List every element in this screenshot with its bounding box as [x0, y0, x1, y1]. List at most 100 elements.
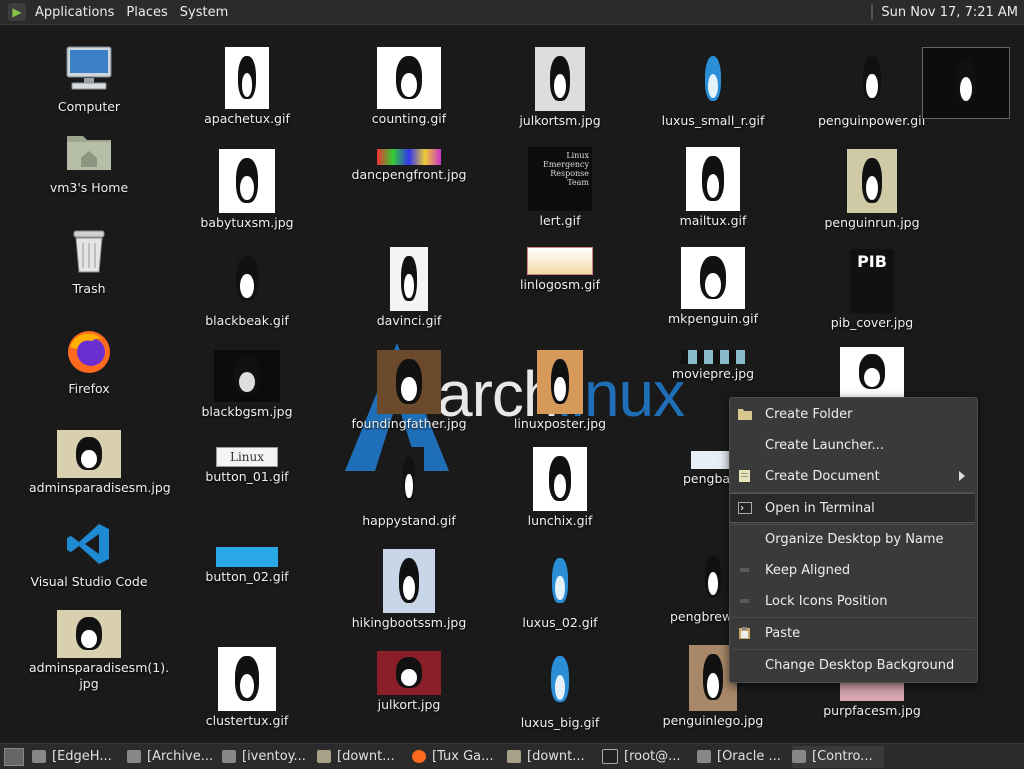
- main-menu-icon[interactable]: ▶: [8, 3, 26, 21]
- wallpaper-icon: [738, 659, 752, 671]
- file-dancpengfront[interactable]: dancpengfront.jpg: [349, 149, 469, 183]
- file-penguinrun[interactable]: penguinrun.jpg: [812, 149, 932, 231]
- file-julkortsm[interactable]: julkortsm.jpg: [500, 47, 620, 129]
- menu-system[interactable]: System: [177, 5, 237, 20]
- taskbar-task[interactable]: [Contro...: [792, 745, 884, 768]
- file-counting[interactable]: counting.gif: [349, 47, 469, 127]
- clock[interactable]: Sun Nov 17, 7:21 AM: [881, 5, 1018, 20]
- menu-item-label: Open in Terminal: [765, 500, 875, 516]
- icon-label: linuxposter.jpg: [513, 416, 607, 431]
- menu-item-label: Lock Icons Position: [765, 593, 888, 609]
- desktop-icon-computer[interactable]: Computer: [29, 45, 149, 115]
- file-button-02[interactable]: button_02.gif: [187, 547, 307, 585]
- menu-item-open-in-terminal[interactable]: Open in Terminal: [730, 493, 975, 523]
- file-mailtux[interactable]: mailtux.gif: [653, 147, 773, 229]
- menu-item-organize-desktop[interactable]: Organize Desktop by Name: [730, 525, 975, 553]
- icon-label: foundingfather.jpg: [351, 416, 467, 431]
- file-pib-cover[interactable]: PIB pib_cover.jpg: [812, 249, 932, 331]
- image-thumbnail: [681, 350, 745, 364]
- file-pengbrew[interactable]: pengbrew: [653, 547, 733, 625]
- file-lert[interactable]: Linux Emergency Response Team lert.gif: [500, 147, 620, 229]
- file-penguinpower[interactable]: penguinpower.gif: [812, 47, 932, 129]
- firefox-icon: [412, 750, 426, 763]
- image-thumbnail: [840, 681, 904, 701]
- icon-label: button_02.gif: [205, 569, 289, 584]
- window-icon: [222, 750, 236, 763]
- file-numbered-tux[interactable]: [812, 347, 932, 397]
- file-linuxposter[interactable]: linuxposter.jpg: [500, 350, 620, 432]
- menu-item-paste[interactable]: Paste: [730, 619, 975, 647]
- file-davinci[interactable]: davinci.gif: [349, 247, 469, 329]
- file-pengba[interactable]: pengba: [653, 451, 735, 487]
- taskbar-task[interactable]: [Tux Ga...: [412, 746, 504, 768]
- image-thumbnail: [377, 350, 441, 414]
- file-button-01[interactable]: Linux button_01.gif: [187, 447, 307, 485]
- taskbar-task[interactable]: [Oracle ...: [697, 746, 789, 768]
- file-blackbeak[interactable]: blackbeak.gif: [187, 247, 307, 329]
- menu-item-create-document[interactable]: Create Document: [730, 462, 975, 490]
- show-desktop-icon[interactable]: [4, 747, 24, 766]
- file-apachetux[interactable]: apachetux.gif: [187, 47, 307, 127]
- desktop-icon-home[interactable]: vm3's Home: [29, 128, 149, 196]
- file-lunchix[interactable]: lunchix.gif: [500, 447, 620, 529]
- icon-label: moviepre.jpg: [671, 366, 755, 381]
- file-hikingbootssm[interactable]: hikingbootssm.jpg: [349, 549, 469, 631]
- menu-item-keep-aligned[interactable]: Keep Aligned: [730, 556, 975, 584]
- submenu-arrow-icon: [959, 471, 965, 481]
- image-thumbnail: PIB: [850, 249, 894, 313]
- icon-label: happystand.gif: [362, 513, 456, 528]
- menu-item-change-background[interactable]: Change Desktop Background: [730, 651, 975, 679]
- desktop-icon-firefox[interactable]: Firefox: [29, 327, 149, 397]
- taskbar-task[interactable]: [Archive...: [127, 746, 219, 768]
- icon-label: luxus_02.gif: [522, 615, 598, 630]
- file-julkort[interactable]: julkort.jpg: [349, 651, 469, 713]
- menu-applications[interactable]: Applications: [32, 5, 123, 20]
- file-blackbgsm[interactable]: blackbgsm.jpg: [187, 350, 307, 420]
- file-moviepre[interactable]: moviepre.jpg: [653, 350, 773, 382]
- taskbar-task[interactable]: [root@...: [602, 746, 694, 768]
- menu-item-label: Organize Desktop by Name: [765, 531, 944, 547]
- menu-item-lock-icons[interactable]: Lock Icons Position: [730, 587, 975, 615]
- task-label: [downt...: [527, 749, 585, 764]
- desktop-icon-adminsparadisesm-1[interactable]: adminsparadisesm(1). jpg: [29, 610, 169, 692]
- file-luxus-02[interactable]: luxus_02.gif: [500, 549, 620, 631]
- taskbar-task[interactable]: [EdgeH...: [32, 746, 124, 768]
- image-thumbnail: [218, 647, 276, 711]
- file-babytuxsm[interactable]: babytuxsm.jpg: [187, 149, 307, 231]
- menu-separator: [732, 617, 975, 618]
- image-thumbnail: [219, 247, 275, 311]
- desktop-icon-trash[interactable]: Trash: [29, 227, 149, 297]
- file-happystand[interactable]: happystand.gif: [349, 447, 469, 529]
- overlapping-thumbnail[interactable]: [922, 47, 1010, 119]
- image-thumbnail: [383, 549, 435, 613]
- image-thumbnail: Linux Emergency Response Team: [528, 147, 592, 211]
- file-clustertux[interactable]: clustertux.gif: [187, 647, 307, 729]
- image-thumbnail: Linux: [216, 447, 278, 467]
- menu-item-create-folder[interactable]: Create Folder: [730, 400, 975, 428]
- file-foundingfather[interactable]: foundingfather.jpg: [349, 350, 469, 432]
- menu-item-label: Paste: [765, 625, 801, 641]
- file-luxus-big[interactable]: luxus_big.gif: [500, 647, 620, 731]
- image-thumbnail: [541, 549, 579, 613]
- menu-item-create-launcher[interactable]: Create Launcher...: [730, 431, 975, 459]
- taskbar-task[interactable]: [iventoy...: [222, 746, 314, 768]
- taskbar-task[interactable]: [downt...: [507, 746, 599, 768]
- window-icon: [32, 750, 46, 763]
- image-thumbnail: [538, 647, 582, 713]
- panel-separator: [871, 4, 874, 20]
- folder-icon: [317, 750, 331, 763]
- file-luxus-small-r[interactable]: luxus_small_r.gif: [653, 47, 773, 129]
- desktop-icon-adminsparadisesm[interactable]: adminsparadisesm.jpg: [29, 430, 171, 496]
- desktop-icon-vscode[interactable]: Visual Studio Code: [14, 520, 164, 590]
- icon-label: penguinrun.jpg: [824, 215, 920, 230]
- task-label: [Contro...: [812, 749, 873, 764]
- image-thumbnail: [394, 447, 424, 511]
- menu-places[interactable]: Places: [123, 5, 176, 20]
- image-thumbnail: [57, 430, 121, 478]
- taskbar-task[interactable]: [downt...: [317, 746, 409, 768]
- file-purpfacesm[interactable]: purpfacesm.jpg: [812, 681, 932, 719]
- image-thumbnail: [535, 47, 585, 111]
- file-linlogosm[interactable]: linlogosm.gif: [500, 247, 620, 293]
- file-mkpenguin[interactable]: mkpenguin.gif: [653, 247, 773, 327]
- task-label: [downt...: [337, 749, 395, 764]
